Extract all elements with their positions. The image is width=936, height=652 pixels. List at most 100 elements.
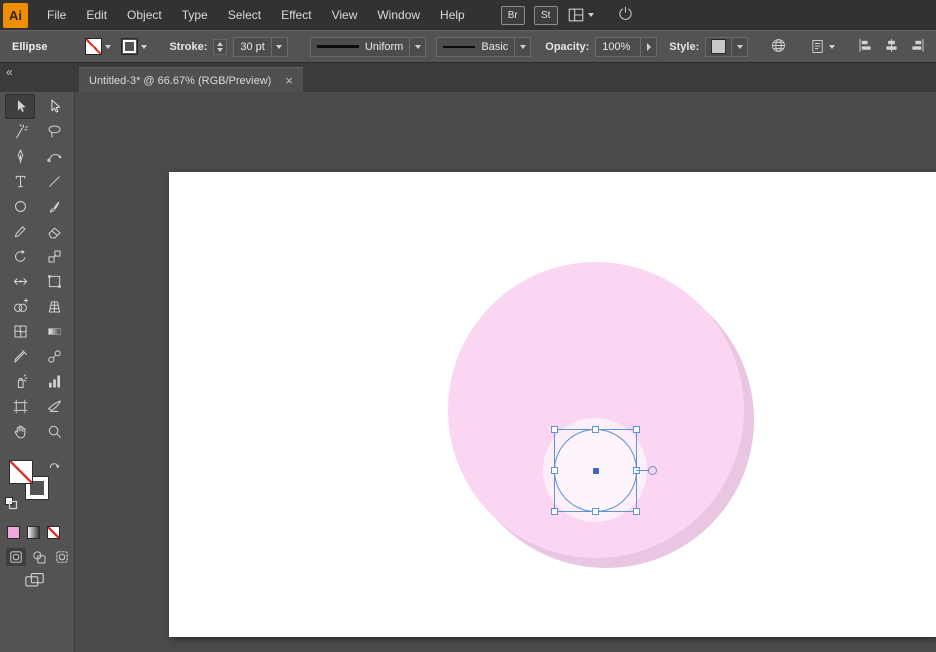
selection-bounding-box[interactable] [551, 426, 657, 515]
rotate-tool[interactable] [5, 244, 35, 269]
eraser-tool[interactable] [39, 219, 69, 244]
pencil-tool[interactable] [5, 219, 35, 244]
opacity-field[interactable]: 100% [595, 36, 658, 57]
hand-tool[interactable] [5, 419, 35, 444]
column-graph-tool[interactable] [39, 369, 69, 394]
collapse-panel-button[interactable]: « [6, 65, 13, 79]
magic-wand-tool[interactable] [5, 119, 35, 144]
menu-edit[interactable]: Edit [76, 0, 117, 30]
draw-behind-button[interactable] [29, 548, 49, 566]
stroke-weight-select[interactable]: 30 pt [233, 36, 288, 57]
artboard-tool[interactable] [5, 394, 35, 419]
color-button[interactable] [7, 526, 20, 539]
menu-type[interactable]: Type [172, 0, 218, 30]
fill-color-dropdown[interactable] [85, 38, 112, 55]
menu-effect[interactable]: Effect [271, 0, 321, 30]
close-tab-icon[interactable]: × [285, 74, 293, 87]
menu-bar: Ai File Edit Object Type Select Effect V… [0, 0, 936, 30]
bridge-button[interactable]: Br [500, 5, 525, 25]
paintbrush-tool[interactable] [39, 194, 69, 219]
swap-fill-stroke-icon[interactable] [48, 459, 61, 477]
style-label: Style: [669, 40, 700, 53]
align-left-icon[interactable] [857, 37, 874, 57]
width-profile-value: Uniform [364, 40, 404, 53]
zoom-tool[interactable] [39, 419, 69, 444]
draw-normal-button[interactable] [6, 548, 26, 566]
width-tool[interactable] [5, 269, 35, 294]
none-button[interactable] [47, 526, 60, 539]
menu-object[interactable]: Object [117, 0, 172, 30]
step-up-icon[interactable] [217, 41, 224, 46]
change-screen-mode-button[interactable] [24, 570, 46, 595]
handle-top-right[interactable] [633, 426, 640, 433]
gradient-button[interactable] [27, 526, 40, 539]
document-setup-dropdown[interactable] [809, 38, 836, 55]
fill-swatch-none[interactable] [85, 38, 103, 55]
fill-stroke-widget [0, 456, 75, 520]
handle-middle-left[interactable] [551, 466, 558, 474]
menu-file[interactable]: File [37, 0, 76, 30]
brush-preview [443, 45, 476, 48]
free-transform-tool[interactable] [39, 269, 69, 294]
stroke-weight-value: 30 pt [240, 40, 265, 53]
sync-settings-icon[interactable] [617, 5, 634, 25]
symbol-sprayer-tool[interactable] [5, 369, 35, 394]
align-right-icon[interactable] [909, 37, 926, 57]
style-swatch [711, 39, 727, 54]
stroke-weight-label: Stroke: [169, 40, 208, 53]
document-tab-title: Untitled-3* @ 66.67% (RGB/Preview) [89, 74, 272, 87]
align-center-icon[interactable] [883, 37, 900, 57]
handle-bottom-left[interactable] [551, 508, 558, 515]
stroke-swatch[interactable] [121, 38, 139, 55]
step-down-icon[interactable] [217, 47, 224, 52]
brush-definition-select[interactable]: Basic [436, 36, 532, 57]
menu-window[interactable]: Window [367, 0, 430, 30]
draw-inside-button[interactable] [52, 548, 72, 566]
line-segment-tool[interactable] [39, 169, 69, 194]
rotate-widget-handle[interactable] [648, 465, 657, 475]
fill-color-proxy[interactable] [9, 460, 33, 484]
handle-bottom-right[interactable] [633, 508, 640, 515]
shape-builder-tool[interactable] [5, 294, 35, 319]
chevron-down-icon [414, 44, 421, 49]
perspective-grid-tool[interactable] [39, 294, 69, 319]
illustrator-logo: Ai [3, 2, 28, 28]
style-select[interactable] [705, 36, 749, 57]
stock-button[interactable]: St [533, 5, 558, 25]
default-fill-stroke-icon[interactable] [4, 496, 18, 515]
control-bar: Ellipse Stroke: 30 pt Uniform Basic Opac… [0, 30, 936, 63]
type-tool[interactable] [5, 169, 35, 194]
workspace-switcher-icon[interactable] [567, 6, 594, 24]
scale-tool[interactable] [39, 244, 69, 269]
menu-help[interactable]: Help [430, 0, 475, 30]
handle-bottom-center[interactable] [591, 508, 599, 515]
slice-tool[interactable] [39, 394, 69, 419]
center-anchor-point[interactable] [592, 467, 599, 474]
menu-select[interactable]: Select [218, 0, 271, 30]
active-tool-label: Ellipse [12, 40, 48, 53]
lasso-tool[interactable] [39, 119, 69, 144]
tools-panel [0, 92, 75, 652]
artboard[interactable] [169, 172, 936, 637]
blend-tool[interactable] [39, 344, 69, 369]
stroke-profile-preview [316, 45, 359, 48]
stroke-color-dropdown[interactable] [121, 38, 148, 55]
pen-tool[interactable] [5, 144, 35, 169]
handle-top-center[interactable] [591, 426, 599, 433]
curvature-tool[interactable] [39, 144, 69, 169]
canvas-area[interactable] [76, 92, 936, 652]
eyedropper-tool[interactable] [5, 344, 35, 369]
direct-selection-tool[interactable] [39, 94, 69, 119]
selection-tool[interactable] [5, 94, 35, 119]
menu-view[interactable]: View [322, 0, 368, 30]
gradient-tool[interactable] [39, 319, 69, 344]
mesh-tool[interactable] [5, 319, 35, 344]
ellipse-tool[interactable] [5, 194, 35, 219]
document-tab[interactable]: Untitled-3* @ 66.67% (RGB/Preview) × [79, 67, 303, 93]
variable-width-profile-select[interactable]: Uniform [309, 36, 427, 57]
chevron-down-icon [141, 44, 148, 49]
stroke-weight-stepper[interactable] [213, 38, 228, 55]
globe-icon[interactable] [770, 37, 787, 57]
handle-top-left[interactable] [551, 426, 558, 433]
draw-mode-row [6, 548, 72, 566]
